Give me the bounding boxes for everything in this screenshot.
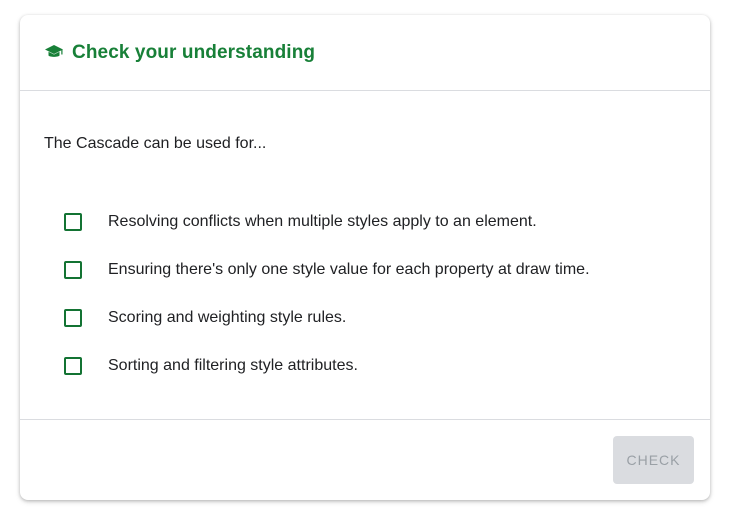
- card-footer: Check: [20, 420, 710, 500]
- option-checkbox[interactable]: [64, 357, 82, 375]
- graduation-cap-icon: [44, 44, 64, 60]
- quiz-card: Check your understanding The Cascade can…: [20, 15, 710, 500]
- option-item[interactable]: Ensuring there's only one style value fo…: [64, 246, 590, 294]
- option-item[interactable]: Resolving conflicts when multiple styles…: [64, 198, 590, 246]
- option-label: Ensuring there's only one style value fo…: [108, 261, 590, 278]
- check-button[interactable]: Check: [613, 436, 694, 484]
- option-checkbox[interactable]: [64, 261, 82, 279]
- card-body: The Cascade can be used for... Resolving…: [20, 91, 710, 420]
- option-label: Resolving conflicts when multiple styles…: [108, 213, 537, 230]
- option-checkbox[interactable]: [64, 309, 82, 327]
- option-item[interactable]: Sorting and filtering style attributes.: [64, 342, 590, 390]
- question-text: The Cascade can be used for...: [44, 135, 267, 152]
- card-title: Check your understanding: [72, 41, 316, 63]
- option-label: Sorting and filtering style attributes.: [108, 357, 358, 374]
- option-item[interactable]: Scoring and weighting style rules.: [64, 294, 590, 342]
- options-list: Resolving conflicts when multiple styles…: [64, 198, 590, 390]
- card-header: Check your understanding: [20, 15, 710, 91]
- option-label: Scoring and weighting style rules.: [108, 309, 347, 326]
- option-checkbox[interactable]: [64, 213, 82, 231]
